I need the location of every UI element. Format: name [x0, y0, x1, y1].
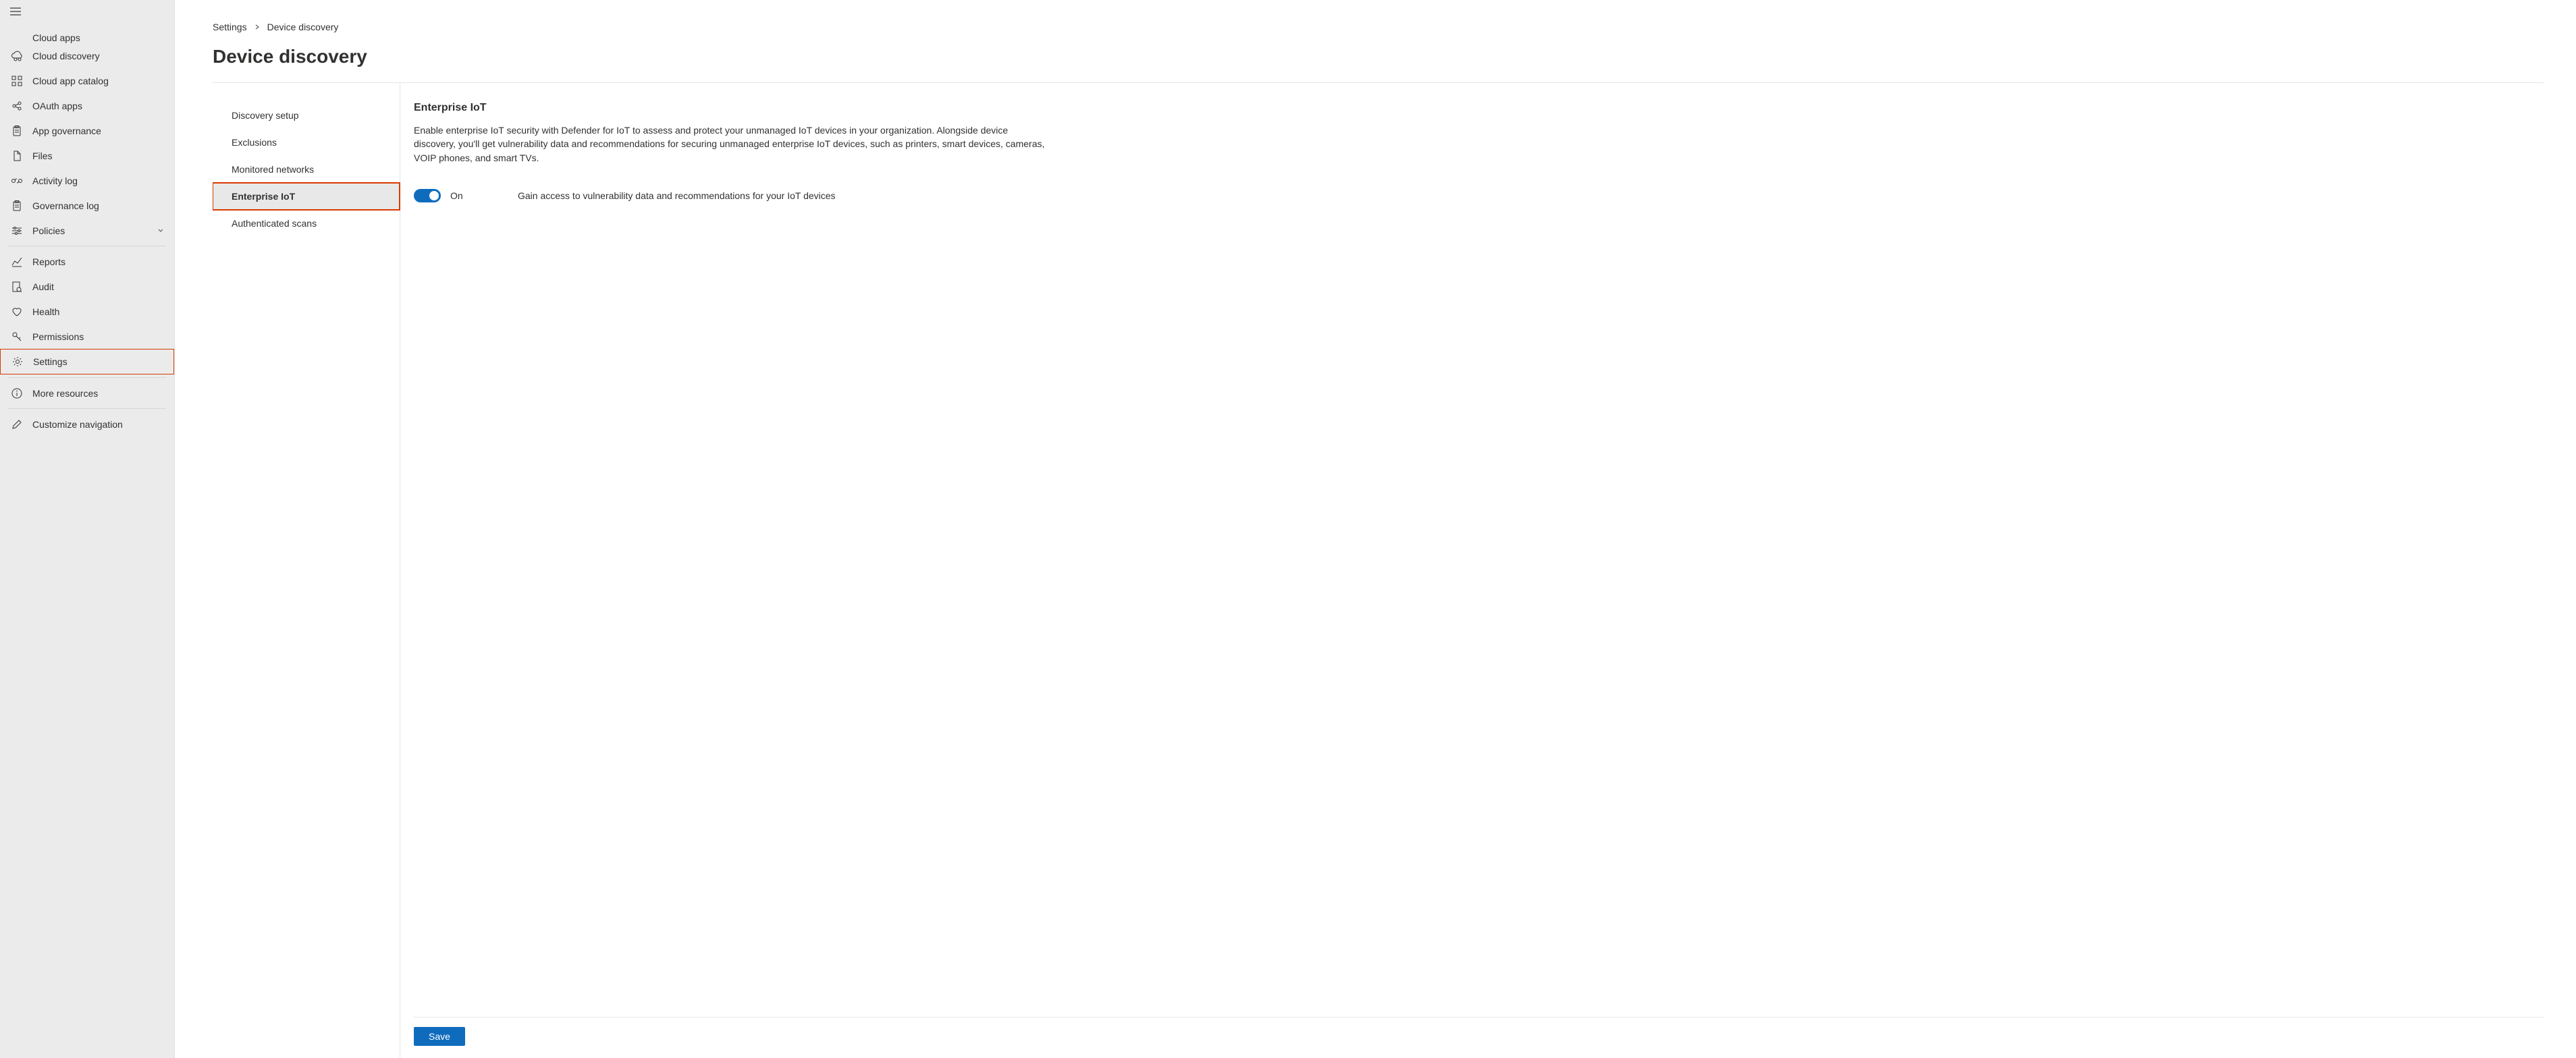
sidebar-item-policies[interactable]: Policies: [0, 218, 174, 243]
subnav-discovery-setup[interactable]: Discovery setup: [213, 102, 400, 129]
subnav-enterprise-iot[interactable]: Enterprise IoT: [213, 183, 400, 210]
toggle-knob: [429, 191, 439, 200]
sidebar-item-label: App governance: [32, 126, 165, 136]
chevron-down-icon: [157, 225, 165, 236]
breadcrumb: Settings Device discovery: [213, 22, 2544, 32]
sidebar-item-label: Activity log: [32, 175, 165, 186]
section-title: Enterprise IoT: [414, 102, 2544, 114]
nav-divider: [8, 377, 166, 378]
health-icon: [11, 306, 23, 318]
sidebar-item-permissions[interactable]: Permissions: [0, 324, 174, 349]
files-icon: [11, 150, 23, 162]
oauth-icon: [11, 100, 23, 112]
sidebar-item-files[interactable]: Files: [0, 143, 174, 168]
sidebar-item-label: Cloud app catalog: [32, 76, 165, 86]
sidebar-item-label: Audit: [32, 281, 165, 292]
sidebar-item-label: Health: [32, 306, 165, 317]
sidebar-item-cloud-discovery[interactable]: Cloud discovery: [0, 43, 174, 68]
sidebar-item-cloud-app-catalog[interactable]: Cloud app catalog: [0, 68, 174, 93]
breadcrumb-settings[interactable]: Settings: [213, 22, 247, 32]
toggle-state-label: On: [450, 190, 504, 201]
sidebar-item-label: More resources: [32, 388, 165, 399]
sidebar-item-governance-log[interactable]: Governance log: [0, 193, 174, 218]
sidebar-item-settings[interactable]: Settings: [0, 349, 174, 374]
subnav-exclusions[interactable]: Exclusions: [213, 129, 400, 156]
sidebar-item-label: Cloud apps: [32, 32, 165, 43]
sidebar-item-label: Cloud discovery: [32, 51, 165, 61]
detail-panel: Enterprise IoT Enable enterprise IoT sec…: [400, 83, 2544, 1058]
subnav-authenticated-scans[interactable]: Authenticated scans: [213, 210, 400, 237]
sidebar-item-label: Settings: [33, 356, 164, 367]
chevron-right-icon: [254, 22, 261, 32]
audit-icon: [11, 281, 23, 293]
grid-icon: [11, 75, 23, 87]
nav-divider: [8, 408, 166, 409]
sidebar-item-label: Reports: [32, 256, 165, 267]
toggle-description: Gain access to vulnerability data and re…: [518, 190, 836, 201]
save-button[interactable]: Save: [414, 1027, 465, 1046]
clipboard-icon: [11, 125, 23, 137]
cloud-discovery-icon: [11, 50, 23, 62]
sidebar-item-health[interactable]: Health: [0, 299, 174, 324]
sidebar-item-audit[interactable]: Audit: [0, 274, 174, 299]
detail-footer: Save: [414, 1017, 2544, 1058]
sidebar-item-more-resources[interactable]: More resources: [0, 381, 174, 406]
key-icon: [11, 331, 23, 343]
gear-icon: [11, 356, 24, 368]
sidebar-item-label: Customize navigation: [32, 419, 165, 430]
clipboard-icon: [11, 200, 23, 212]
settings-subnav: Discovery setup Exclusions Monitored net…: [213, 83, 400, 1058]
sidebar-item-label: Permissions: [32, 331, 165, 342]
sidebar-item-app-governance[interactable]: App governance: [0, 118, 174, 143]
sidebar-item-cloud-apps[interactable]: Cloud apps: [0, 18, 174, 43]
info-icon: [11, 387, 23, 399]
sidebar-item-label: Files: [32, 150, 165, 161]
enterprise-iot-toggle-row: On Gain access to vulnerability data and…: [414, 189, 2544, 202]
link-icon: [11, 175, 23, 187]
sidebar-item-label: Policies: [32, 225, 147, 236]
sidebar: Cloud apps Cloud discovery Cloud app cat…: [0, 0, 175, 1058]
reports-icon: [11, 256, 23, 268]
sidebar-item-oauth-apps[interactable]: OAuth apps: [0, 93, 174, 118]
hamburger-icon: [9, 7, 22, 16]
main-content: Settings Device discovery Device discove…: [175, 0, 2576, 1058]
page-title: Device discovery: [213, 46, 2544, 67]
sidebar-item-reports[interactable]: Reports: [0, 249, 174, 274]
sidebar-item-activity-log[interactable]: Activity log: [0, 168, 174, 193]
sidebar-item-label: OAuth apps: [32, 101, 165, 111]
enterprise-iot-toggle[interactable]: [414, 189, 441, 202]
section-description: Enable enterprise IoT security with Defe…: [414, 123, 1048, 165]
sidebar-item-customize-navigation[interactable]: Customize navigation: [0, 412, 174, 437]
cloud-apps-icon: [11, 31, 23, 43]
sidebar-item-label: Governance log: [32, 200, 165, 211]
breadcrumb-current: Device discovery: [267, 22, 339, 32]
sliders-icon: [11, 225, 23, 237]
pencil-icon: [11, 418, 23, 430]
subnav-monitored-networks[interactable]: Monitored networks: [213, 156, 400, 183]
